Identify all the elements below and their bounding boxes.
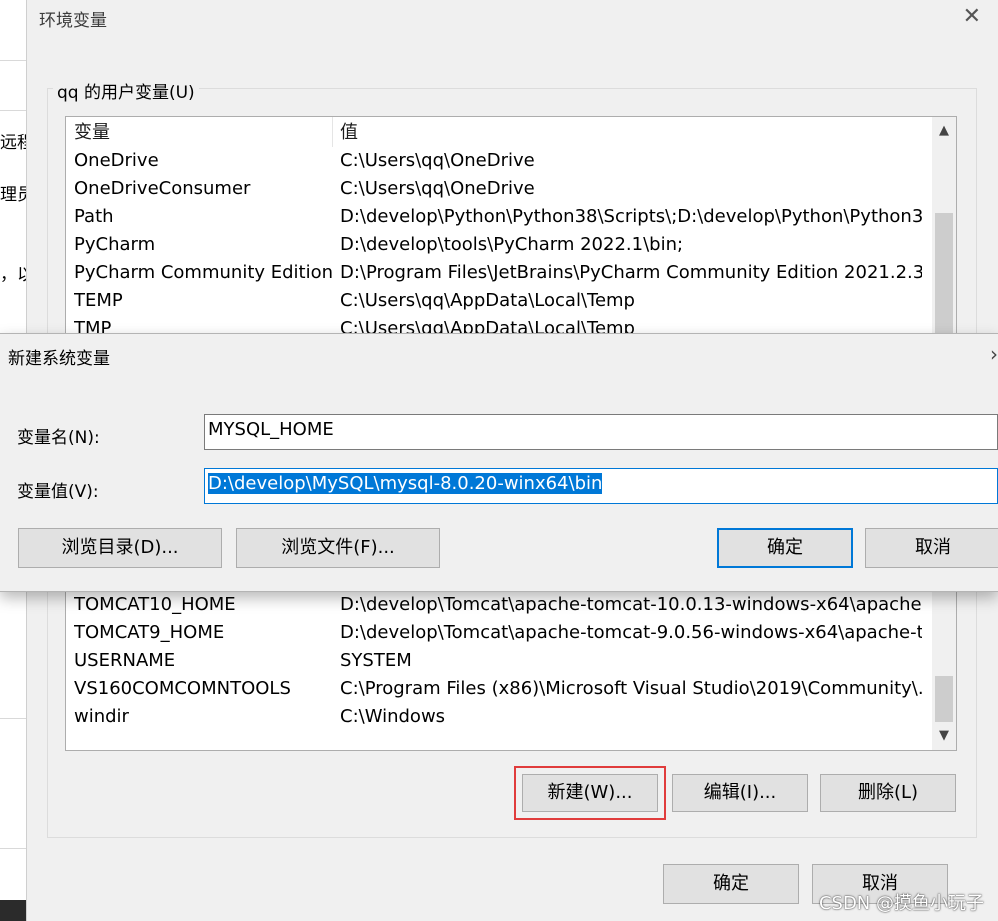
variable-value: D:\develop\Python\Python38\Scripts\;D:\d… [340,206,922,227]
variable-value: D:\develop\Tomcat\apache-tomcat-10.0.13-… [340,594,922,615]
ok-button[interactable]: 确定 [717,528,853,568]
variable-value: C:\Users\qq\AppData\Local\Temp [340,318,635,335]
background-text-fragment: 远程 [0,133,26,153]
user-variables-list-lower[interactable]: TOMCAT10_HOME D:\develop\Tomcat\apache-to… [65,588,957,751]
variable-value-input[interactable]: D:\develop\MySQL\mysql-8.0.20-winx64\bin [204,468,998,504]
variable-name: Path [74,206,114,227]
browse-file-button[interactable]: 浏览文件(F)... [236,528,440,568]
variable-value: C:\Users\qq\OneDrive [340,178,535,199]
variable-name: TEMP [74,290,123,311]
new-variable-button[interactable]: 新建(W)... [522,774,658,812]
background-text-fragment: ，以 [0,265,26,285]
selected-text: D:\develop\MySQL\mysql-8.0.20-winx64\bin [208,473,603,494]
scrollbar[interactable]: ▲ [932,117,956,334]
divider [0,110,26,111]
user-variables-label: qq 的用户变量(U) [53,78,199,103]
divider [0,60,26,61]
variable-value: C:\Users\qq\AppData\Local\Temp [340,290,635,311]
dialog-title: 环境变量 [39,11,107,31]
delete-variable-button[interactable]: 删除(L) [820,774,956,812]
variable-value: C:\Users\qq\OneDrive [340,150,535,171]
variable-value: D:\Program Files\JetBrains\PyCharm Commu… [340,262,922,283]
divider [0,848,26,849]
list-item[interactable]: TMP C:\Users\qq\AppData\Local\Temp [66,315,926,335]
list-item[interactable]: VS160COMCOMNTOOLS C:\Program Files (x86)\… [66,675,926,703]
user-variables-list[interactable]: 变量 值 OneDrive C:\Users\qq\OneDrive OneDri… [65,116,957,335]
taskbar-fragment [0,900,26,921]
variable-value: D:\develop\Tomcat\apache-tomcat-9.0.56-w… [340,622,922,643]
column-divider[interactable] [332,117,333,147]
list-item[interactable]: OneDriveConsumer C:\Users\qq\OneDrive [66,175,926,203]
variable-name: TOMCAT10_HOME [74,594,236,615]
variable-value: D:\develop\tools\PyCharm 2022.1\bin; [340,234,684,255]
variable-name-label: 变量名(N): [17,428,100,448]
variable-name-input[interactable]: MYSQL_HOME [204,414,998,450]
new-system-variable-dialog: 新建系统变量 › 变量名(N): MYSQL_HOME 变量值(V): D:\d… [0,333,998,592]
variable-value-label: 变量值(V): [17,482,99,502]
list-item[interactable]: OneDrive C:\Users\qq\OneDrive [66,147,926,175]
background-text-fragment: 理员 [0,185,26,205]
browse-directory-button[interactable]: 浏览目录(D)... [18,528,222,568]
edit-variable-button[interactable]: 编辑(I)... [672,774,808,812]
list-item[interactable]: USERNAME SYSTEM [66,647,926,675]
list-item[interactable]: TOMCAT10_HOME D:\develop\Tomcat\apache-to… [66,591,926,619]
scrollbar-thumb[interactable] [935,676,953,722]
variable-value: SYSTEM [340,650,412,671]
column-header-value[interactable]: 值 [340,119,922,147]
variable-name: VS160COMCOMNTOOLS [74,678,291,699]
scrollbar-thumb[interactable] [935,213,953,334]
variable-value: C:\Program Files (x86)\Microsoft Visual … [340,678,922,699]
list-item[interactable]: PyCharm Community Edition D:\Program File… [66,259,926,287]
list-item[interactable]: TEMP C:\Users\qq\AppData\Local\Temp [66,287,926,315]
list-item[interactable]: TOMCAT9_HOME D:\develop\Tomcat\apache-tom… [66,619,926,647]
variable-name: OneDrive [74,150,159,171]
close-icon[interactable]: ✕ [963,4,981,29]
variable-value: C:\Windows [340,706,446,727]
scrollbar[interactable]: ▼ [932,588,956,750]
scroll-down-icon[interactable]: ▼ [932,724,956,748]
variable-name: OneDriveConsumer [74,178,251,199]
ok-button[interactable]: 确定 [663,864,799,904]
list-item[interactable]: windir C:\Windows [66,703,926,731]
variable-name: windir [74,706,129,727]
watermark: CSDN @摸鱼小玩子 [818,893,984,914]
list-item[interactable]: Path D:\develop\Python\Python38\Scripts\;… [66,203,926,231]
dialog-title: 新建系统变量 [8,349,110,369]
variable-name: TOMCAT9_HOME [74,622,225,643]
column-header-name[interactable]: 变量 [74,119,334,147]
scroll-up-icon[interactable]: ▲ [932,119,956,143]
divider [0,718,26,719]
variable-name: TMP [74,318,112,335]
variable-name: PyCharm [74,234,156,255]
variable-name: USERNAME [74,650,176,671]
variable-name: PyCharm Community Edition [74,262,334,283]
list-header: 变量 值 [66,119,926,147]
cancel-button[interactable]: 取消 [865,528,998,568]
list-item[interactable]: PyCharm D:\develop\tools\PyCharm 2022.1\b… [66,231,926,259]
close-icon[interactable]: › [990,342,998,366]
